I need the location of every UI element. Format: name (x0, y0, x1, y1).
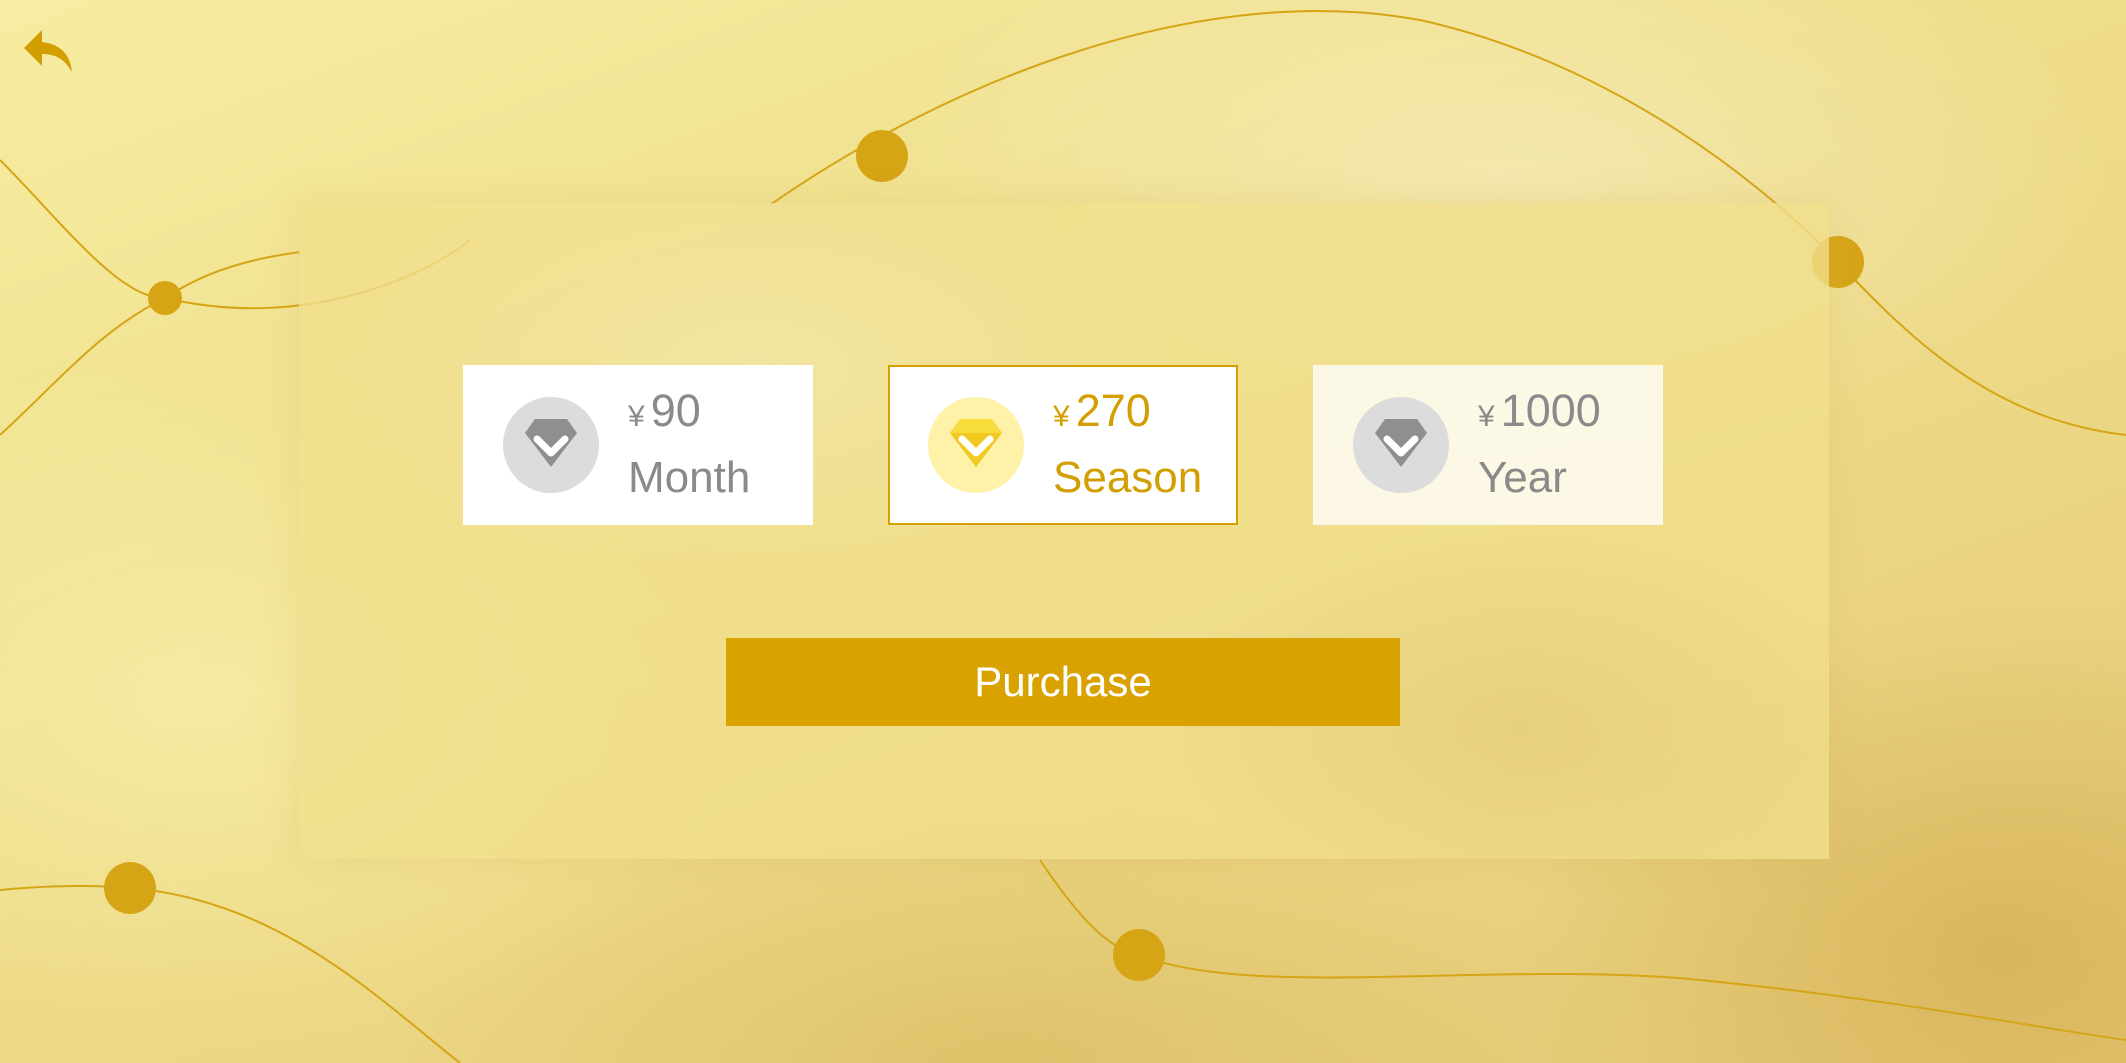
currency-symbol: ¥ (1478, 400, 1495, 433)
bg-curve (0, 251, 301, 436)
price-amount: 90 (650, 385, 701, 436)
subscription-panel: ¥90 Month ¥270 Season ¥1000 Year Purchas… (299, 203, 1829, 859)
bg-curve (0, 884, 461, 1063)
plan-price: ¥90 (628, 385, 701, 437)
bg-dot (104, 862, 156, 914)
price-amount: 1000 (1500, 385, 1601, 436)
diamond-icon (1353, 397, 1449, 493)
currency-symbol: ¥ (1053, 400, 1070, 433)
bg-dot (856, 130, 908, 182)
price-amount: 270 (1075, 385, 1151, 436)
plan-price: ¥1000 (1478, 385, 1601, 437)
bg-dot (148, 281, 182, 315)
plan-card-year[interactable]: ¥1000 Year (1313, 365, 1663, 525)
diamond-icon (928, 397, 1024, 493)
plan-label: Season (1053, 453, 1203, 502)
currency-symbol: ¥ (628, 400, 645, 433)
diamond-icon (503, 397, 599, 493)
plan-price: ¥270 (1053, 385, 1151, 437)
bg-dot (1113, 929, 1165, 981)
bg-curve (1039, 859, 2126, 1041)
plan-card-season[interactable]: ¥270 Season (888, 365, 1238, 525)
plan-label: Month (628, 453, 751, 502)
plan-label: Year (1478, 453, 1567, 502)
plan-card-month[interactable]: ¥90 Month (463, 365, 813, 525)
back-arrow-icon (24, 30, 72, 72)
purchase-button[interactable]: Purchase (726, 638, 1400, 726)
back-button[interactable] (20, 22, 80, 82)
